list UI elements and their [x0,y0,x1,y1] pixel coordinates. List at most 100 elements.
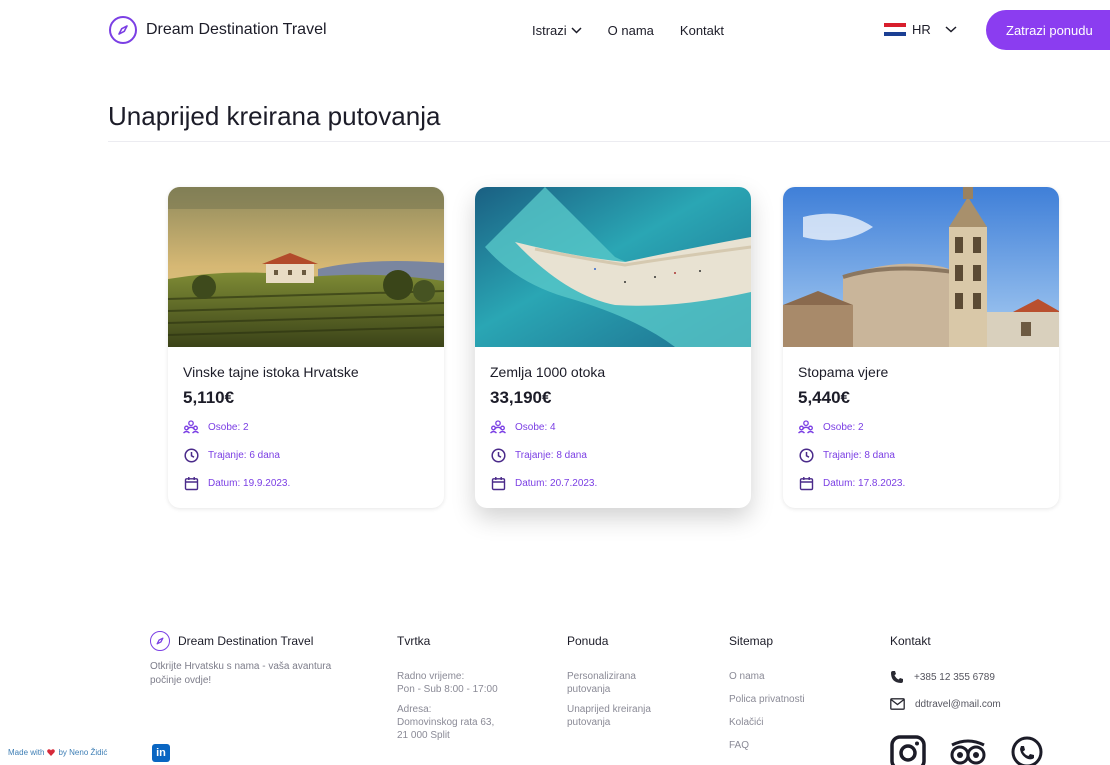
compass-icon [150,631,170,651]
linkedin-icon[interactable]: in [152,744,170,762]
footer-heading: Tvrtka [397,634,431,648]
footer-heading: Kontakt [890,634,931,648]
nav-item-istrazi[interactable]: Istrazi [532,23,582,38]
trip-date: Datum: 17.8.2023. [798,474,1044,492]
vineyard-image [168,187,444,347]
link-line: putovanja [567,684,611,695]
cathedral-image [783,187,1059,347]
nav-item-label: O nama [607,23,654,38]
credit-author: by Neno Židić [58,748,108,757]
tripadvisor-icon[interactable] [948,735,988,765]
instagram-icon[interactable] [890,735,926,765]
credit-prefix: Made with [8,748,45,757]
nav-item-o-nama[interactable]: O nama [608,23,654,38]
phone-icon [891,671,903,683]
language-label: HR [912,22,931,37]
phone-number: +385 12 355 6789 [914,671,995,683]
mail-icon [890,698,905,710]
calendar-icon [490,475,506,491]
address-line: 21 000 Split [397,730,450,741]
trip-price: 33,190€ [490,388,552,407]
date-label: Datum: 19.9.2023. [208,477,291,489]
date-label: Datum: 17.8.2023. [823,477,906,489]
main-nav: Istrazi O nama Kontakt [532,23,724,38]
language-selector[interactable]: HR [884,22,957,37]
logo-text: Dream Destination Travel [146,21,327,38]
footer-link-personalized[interactable]: Personalizirana putovanja [567,670,651,696]
footer-link-cookies[interactable]: Kolačići [729,716,805,729]
hours-label: Radno vrijeme: [397,671,465,682]
nav-item-label: Istrazi [532,23,567,38]
trip-card[interactable]: Zemlja 1000 otoka 33,190€ Osobe: 4 Traja… [475,187,751,508]
contact-email[interactable]: ddtravel@mail.com [890,698,1001,710]
footer-heading: Ponuda [567,634,609,648]
clock-icon [183,447,199,463]
footer-heading: Sitemap [729,634,774,648]
people-icon [490,419,506,435]
address-line: Domovinskog rata 63, [397,717,495,728]
footer-tagline: Otkrijte Hrvatsku s nama - vaša avantura… [150,661,332,686]
footer-logo[interactable]: Dream Destination Travel [150,631,313,651]
trip-duration: Trajanje: 6 dana [183,446,429,464]
social-links [890,735,1044,765]
trip-persons: Osobe: 2 [798,418,1044,436]
trip-date: Datum: 19.9.2023. [183,474,429,492]
trip-card[interactable]: Vinske tajne istoka Hrvatske 5,110€ Osob… [168,187,444,508]
contact-phone[interactable]: +385 12 355 6789 [890,670,1001,684]
page-title: Unaprijed kreirana putovanja [108,101,441,131]
trip-title: Stopama vjere [798,364,889,380]
address-label: Adresa: [397,704,432,715]
duration-label: Trajanje: 8 dana [823,449,895,461]
footer-contact: Kontakt +385 12 355 6789 ddtravel@mail.c… [890,634,1001,710]
beach-image [475,187,751,347]
trip-price: 5,440€ [798,388,850,407]
footer-sitemap: Sitemap O nama Polica privatnosti Kolači… [729,634,805,752]
persons-label: Osobe: 2 [208,421,249,433]
trip-persons: Osobe: 2 [183,418,429,436]
footer-offer: Ponuda Personalizirana putovanja Unaprij… [567,634,651,729]
persons-label: Osobe: 2 [823,421,864,433]
logo[interactable]: Dream Destination Travel [109,16,327,44]
date-label: Datum: 20.7.2023. [515,477,598,489]
croatia-flag-icon [884,23,906,36]
nav-item-label: Kontakt [679,23,725,38]
duration-label: Trajanje: 8 dana [515,449,587,461]
duration-label: Trajanje: 6 dana [208,449,280,461]
clock-icon [490,447,506,463]
trip-card[interactable]: Stopama vjere 5,440€ Osobe: 2 Trajanje: … [783,187,1059,508]
link-line: Personalizirana [567,671,636,682]
request-offer-button[interactable]: Zatrazi ponudu [986,10,1110,50]
trip-title: Zemlja 1000 otoka [490,364,606,380]
email-address: ddtravel@mail.com [915,698,1001,710]
trip-duration: Trajanje: 8 dana [798,446,1044,464]
people-icon [798,419,814,435]
chevron-down-icon [945,26,957,33]
chevron-down-icon [571,27,582,34]
calendar-icon [798,475,814,491]
persons-label: Osobe: 4 [515,421,556,433]
trip-price: 5,110€ [183,388,235,407]
trip-persons: Osobe: 4 [490,418,736,436]
whatsapp-icon[interactable] [1010,735,1044,765]
nav-item-kontakt[interactable]: Kontakt [680,23,724,38]
clock-icon [798,447,814,463]
trip-title: Vinske tajne istoka Hrvatske [183,364,359,380]
trip-duration: Trajanje: 8 dana [490,446,736,464]
header: Dream Destination Travel Istrazi O nama … [0,0,1110,62]
footer-link-faq[interactable]: FAQ [729,739,805,752]
title-divider [108,141,1110,142]
heart-icon [47,749,56,756]
people-icon [183,419,199,435]
footer-link-about[interactable]: O nama [729,670,805,683]
hours-value: Pon - Sub 8:00 - 17:00 [397,684,498,695]
link-line: putovanja [567,717,611,728]
footer-company: Tvrtka Radno vrijeme: Pon - Sub 8:00 - 1… [397,634,498,742]
calendar-icon [183,475,199,491]
footer-link-privacy[interactable]: Polica privatnosti [729,693,805,706]
trip-date: Datum: 20.7.2023. [490,474,736,492]
compass-icon [109,16,137,44]
made-with-credit: Made with by Neno Židić [8,748,107,757]
footer-logo-text: Dream Destination Travel [178,634,314,648]
link-line: Unaprijed kreiranja [567,704,651,715]
footer-link-precreated[interactable]: Unaprijed kreiranja putovanja [567,703,651,729]
